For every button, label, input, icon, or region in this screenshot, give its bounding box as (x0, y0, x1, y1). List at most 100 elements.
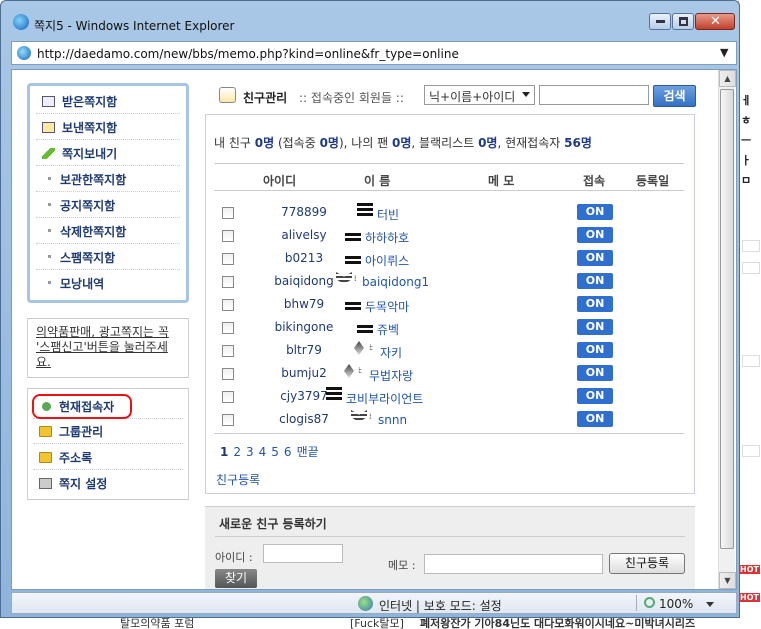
memo-input[interactable] (424, 554, 603, 574)
row-id[interactable]: clogis87 (254, 412, 354, 426)
status-badge: ON (577, 388, 613, 404)
row-name[interactable]: 아이뤼스 (365, 252, 409, 269)
row-checkbox[interactable] (222, 299, 234, 311)
stats-text: 내 친구 (214, 136, 255, 150)
menu-notice[interactable]: 공지쪽지함 (36, 193, 180, 218)
close-icon: ✕ (710, 14, 721, 29)
menu-deleted[interactable]: 삭제한쪽지함 (36, 219, 180, 244)
page-link[interactable]: 2 (233, 445, 241, 459)
address-dropdown-icon[interactable]: ▼ (720, 46, 728, 59)
chevron-down-icon (522, 92, 530, 97)
menu-settings[interactable]: 쪽지 설정 (33, 471, 183, 496)
stats-text: , 블랙리스트 (411, 136, 479, 150)
address-bar[interactable]: http://daedamo.com/new/bbs/memo.php?kind… (11, 41, 737, 65)
page-link[interactable]: 3 (246, 445, 254, 459)
row-checkbox[interactable] (222, 253, 234, 265)
stats-text: , 현재접속자 (497, 136, 565, 150)
security-zone[interactable]: 인터넷 | 보호 모드: 설정 (379, 597, 502, 614)
column-date: 등록일 (636, 174, 670, 188)
id-input[interactable] (263, 544, 343, 563)
menu-address-book[interactable]: 주소록 (33, 445, 183, 470)
stats-text: (접속중 (274, 136, 320, 150)
row-name[interactable]: snnn (378, 413, 407, 427)
level-icon (357, 203, 373, 218)
row-checkbox[interactable] (222, 207, 234, 219)
row-name[interactable]: 쥬벡 (377, 321, 399, 338)
status-badge: ON (577, 204, 613, 220)
row-name[interactable]: 하하하호 (365, 229, 409, 246)
page-link[interactable]: 4 (259, 445, 267, 459)
search-button[interactable]: 검색 (653, 85, 696, 107)
row-name[interactable]: 터빈 (377, 206, 399, 223)
friend-register-link[interactable]: 친구등록 (216, 471, 260, 488)
row-id[interactable]: bikingone (254, 320, 354, 334)
menu-groups[interactable]: 그룹관리 (33, 419, 183, 444)
page-link[interactable]: 1 (220, 445, 228, 459)
maximize-icon (679, 17, 688, 26)
chevron-down-icon[interactable] (706, 602, 714, 607)
menu-compose[interactable]: 쪽지보내기 (36, 141, 180, 166)
stats-text: ), 나의 팬 (338, 136, 393, 150)
bullet-icon (48, 177, 51, 180)
id-label: 아이디 : (215, 551, 253, 564)
title-bar[interactable]: 쪽지5 - Windows Internet Explorer ✕ (1, 1, 739, 37)
row-checkbox[interactable] (222, 230, 234, 242)
search-type-select[interactable]: 닉+이름+아이디 (424, 85, 535, 105)
divider (214, 163, 684, 164)
scroll-down-icon[interactable]: ▼ (719, 572, 736, 589)
row-checkbox[interactable] (222, 276, 234, 288)
address-url[interactable]: http://daedamo.com/new/bbs/memo.php?kind… (37, 47, 459, 61)
status-badge: ON (577, 411, 613, 427)
zoom-level[interactable]: 100% (659, 597, 693, 611)
row-name[interactable]: 자키 (380, 344, 402, 361)
row-id[interactable]: b0213 (254, 251, 354, 265)
register-button[interactable]: 친구등록 (609, 553, 685, 574)
menu-label: 공지쪽지함 (60, 199, 116, 213)
hot-badge: HOT (739, 593, 760, 602)
row-id[interactable]: bumju2 (254, 366, 354, 380)
row-checkbox[interactable] (222, 368, 234, 380)
row-id[interactable]: 778899 (254, 205, 354, 219)
stats-friends: 0명 (254, 136, 275, 150)
row-id[interactable]: bltr79 (254, 343, 354, 357)
menu-sent[interactable]: 보낸쪽지함 (36, 115, 180, 140)
menu-history[interactable]: 모낭내역 (36, 271, 180, 296)
maximize-button[interactable] (672, 13, 694, 30)
minimize-button[interactable] (649, 13, 671, 30)
level-icon (354, 341, 364, 355)
table-row: cjy3797 코비부라이언트 ON (214, 385, 684, 407)
register-friend-panel: 새로운 친구 등록하기 아이디 : 찾기 메모 : 친구등록 (205, 506, 695, 589)
menu-spam[interactable]: 스팸쪽지함 (36, 245, 180, 270)
row-id[interactable]: bhw79 (254, 297, 354, 311)
friend-list-panel: 내 친구 0명 (접속중 0명), 나의 팬 0명, 블랙리스트 0명, 현재접… (205, 114, 695, 494)
ie-icon (13, 14, 29, 30)
page-link[interactable]: 5 (271, 445, 279, 459)
page-link[interactable]: 6 (284, 445, 292, 459)
row-checkbox[interactable] (222, 345, 234, 357)
row-checkbox[interactable] (222, 391, 234, 403)
scroll-up-icon[interactable]: ▲ (719, 70, 736, 87)
menu-saved[interactable]: 보관한쪽지함 (36, 167, 180, 192)
last-page-link[interactable]: 맨끝 (297, 445, 319, 459)
scroll-thumb[interactable] (720, 89, 734, 549)
page-title: 친구관리 (243, 91, 288, 105)
highlight-circle (32, 394, 132, 419)
row-id[interactable]: alivelsy (254, 228, 354, 242)
row-name[interactable]: 무법자랑 (369, 367, 413, 384)
table-row: bumju2 ⁞: 무법자랑 ON (214, 362, 684, 384)
row-name[interactable]: baiqidong1 (362, 275, 429, 289)
memo-label: 메모 : (388, 559, 416, 572)
search-input[interactable] (539, 85, 649, 105)
bullet-icon (48, 229, 51, 232)
menu-inbox[interactable]: 받은쪽지함 (36, 89, 180, 114)
row-name[interactable]: 두목악마 (365, 298, 409, 315)
vertical-scrollbar[interactable]: ▲ ▼ (718, 70, 736, 589)
row-name[interactable]: 코비부라이언트 (346, 390, 423, 407)
table-row: bhw79 두목악마 ON (214, 293, 684, 315)
row-checkbox[interactable] (222, 322, 234, 334)
stats-current: 56명 (564, 136, 592, 150)
close-button[interactable]: ✕ (695, 13, 735, 30)
find-button[interactable]: 찾기 (215, 569, 257, 588)
status-badge: ON (577, 250, 613, 266)
row-checkbox[interactable] (222, 414, 234, 426)
